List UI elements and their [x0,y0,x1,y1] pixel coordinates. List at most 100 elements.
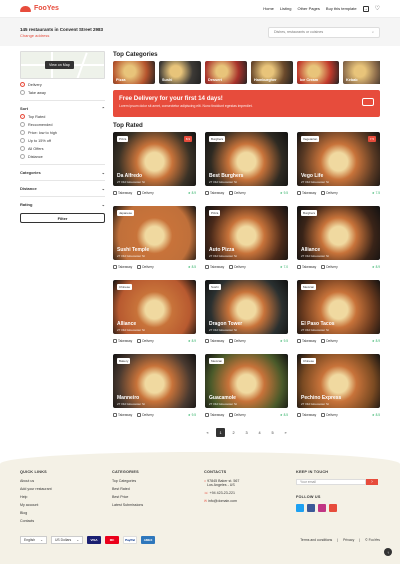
category-card[interactable]: Dessert [205,61,247,84]
footer-link[interactable]: Top Categories [112,479,204,483]
restaurant-count: 145 restaurants in Convent Street 2983 [20,26,104,32]
language-select[interactable]: English ⌄ [20,536,47,544]
terms-link[interactable]: Terms and conditions [300,538,332,542]
sort-option[interactable]: Top Rated [20,114,105,119]
twitter-icon[interactable] [296,504,304,512]
restaurant-card[interactable]: Pizza 8.9 Da Alfredo 27 Old Gloucester S… [113,132,196,199]
restaurant-card[interactable]: Vegetarian 7.5 Vego Life 27 Old Gloucest… [297,132,380,199]
instagram-icon[interactable] [318,504,326,512]
chevron-down-icon: ⌄ [76,538,80,542]
map-thumbnail[interactable]: View on Map [20,51,105,79]
nav-listing[interactable]: Listing [280,6,292,11]
restaurant-address: 27 Old Gloucester St [301,402,329,406]
restaurant-image[interactable]: Mexican Guacamole 27 Old Gloucester St [205,354,288,408]
next-page-button[interactable]: » [281,428,290,437]
facebook-icon[interactable] [307,504,315,512]
youtube-icon[interactable] [329,504,337,512]
restaurant-image[interactable]: Mexican El Paso Tacos 27 Old Gloucester … [297,280,380,334]
restaurant-image[interactable]: Bakery Manneiro 27 Old Gloucester St [113,354,196,408]
page-button[interactable]: 4 [255,428,264,437]
privacy-link[interactable]: Privacy [343,538,354,542]
sort-option[interactable]: All Offers [20,146,105,151]
option-delivery[interactable]: Delivery [20,82,105,87]
newsletter-submit-button[interactable]: › [366,479,378,485]
restaurant-card[interactable]: Burghers Alliance 27 Old Gloucester St T… [297,206,380,273]
footer-link[interactable]: My account [20,503,112,507]
restaurant-card[interactable]: Pizza Auto Pizza 27 Old Gloucester St Ta… [205,206,288,273]
login-icon[interactable]: → [362,5,369,12]
restaurant-image[interactable]: Pizza Auto Pizza 27 Old Gloucester St [205,206,288,260]
filter-button[interactable]: Filter [20,213,105,223]
bag-icon [205,190,209,195]
restaurant-image[interactable]: Sushi Dragon Tower 27 Old Gloucester St [205,280,288,334]
email-line[interactable]: ✉ info@domain.com [204,499,296,503]
category-card[interactable]: Sushi [159,61,201,84]
nav-buy-template[interactable]: Buy this template [326,6,357,11]
prev-page-button[interactable]: « [203,428,212,437]
page-button[interactable]: 3 [242,428,251,437]
sort-header[interactable]: Sort ⌃ [20,106,105,111]
footer-link[interactable]: Blog [20,511,112,515]
footer-link[interactable]: Contacts [20,519,112,523]
category-card[interactable]: Pizza [113,61,155,84]
takeaway-badge: Takeaway [205,264,224,269]
restaurant-card[interactable]: Chinese Pechino Express 27 Old Glouceste… [297,354,380,421]
cuisine-tag: Vegetarian [301,136,320,142]
search-icon[interactable]: ⌕ [372,30,374,34]
sort-option[interactable]: Reccomended [20,122,105,127]
sort-option[interactable]: Price: low to high [20,130,105,135]
sort-option[interactable]: Distance [20,154,105,159]
restaurant-image[interactable]: Burghers Alliance 27 Old Gloucester St [297,206,380,260]
page-button[interactable]: 5 [268,428,277,437]
option-takeaway[interactable]: Take away [20,90,105,95]
nav-home[interactable]: Home [263,6,274,11]
restaurant-name: Manneiro [117,395,140,401]
page-button[interactable]: 1 [216,428,225,437]
footer-link[interactable]: Best Rated [112,487,204,491]
footer-link[interactable]: Latest Submissions [112,503,204,507]
restaurant-card[interactable]: Bakery Manneiro 27 Old Gloucester St Tak… [113,354,196,421]
main-nav: Home Listing Other Pages Buy this templa… [263,5,380,12]
search-input[interactable]: Dishes, restaurants or cuisines ⌕ [268,26,380,38]
restaurant-image[interactable]: Chinese Alliance 27 Old Gloucester St [113,280,196,334]
restaurant-image[interactable]: Pizza 8.9 Da Alfredo 27 Old Gloucester S… [113,132,196,186]
restaurant-image[interactable]: Japanese Sushi Temple 27 Old Gloucester … [113,206,196,260]
filter-distance[interactable]: Distance ⌄ [20,186,105,191]
footer-link[interactable]: Add your restaurant [20,487,112,491]
category-card[interactable]: Kebab [343,61,380,84]
logo[interactable]: FooYes [20,5,59,12]
restaurant-card[interactable]: Burghers Best Burghers 27 Old Gloucester… [205,132,288,199]
footer-link[interactable]: Best Price [112,495,204,499]
sort-option[interactable]: Up to 15% off [20,138,105,143]
currency-select[interactable]: US Dollars ⌄ [50,536,84,544]
restaurant-card[interactable]: Japanese Sushi Temple 27 Old Gloucester … [113,206,196,273]
footer-link[interactable]: Help [20,495,112,499]
restaurant-card[interactable]: Mexican Guacamole 27 Old Gloucester St T… [205,354,288,421]
restaurant-card[interactable]: Mexican El Paso Tacos 27 Old Gloucester … [297,280,380,347]
restaurant-image[interactable]: Burghers Best Burghers 27 Old Gloucester… [205,132,288,186]
restaurant-card[interactable]: Chinese Alliance 27 Old Gloucester St Ta… [113,280,196,347]
rating: ★ 9.5 [187,412,196,417]
newsletter-email-input[interactable]: Your email [296,479,366,485]
restaurant-grid: Pizza 8.9 Da Alfredo 27 Old Gloucester S… [113,132,380,421]
promo-banner[interactable]: Free Delivery for your first 14 days! Lo… [113,90,380,117]
bag-icon [205,412,209,417]
change-address-link[interactable]: Change address [20,33,103,38]
restaurant-image[interactable]: Vegetarian 7.5 Vego Life 27 Old Gloucest… [297,132,380,186]
filter-categories[interactable]: Categories ⌄ [20,170,105,175]
wishlist-icon[interactable]: ♡ [375,5,380,12]
page-button[interactable]: 2 [229,428,238,437]
category-card[interactable]: Ice Cream [297,61,339,84]
delivery-badge: Delivery [137,264,154,269]
restaurant-address: 27 Old Gloucester St [117,402,145,406]
view-on-map-button[interactable]: View on Map [45,61,74,69]
rating: ★ 8.9 [187,190,196,195]
filter-rating[interactable]: Rating ⌄ [20,202,105,207]
nav-other-pages[interactable]: Other Pages [297,6,319,11]
takeaway-badge: Takeaway [205,190,224,195]
restaurant-card[interactable]: Sushi Dragon Tower 27 Old Gloucester St … [205,280,288,347]
footer-link[interactable]: About us [20,479,112,483]
category-card[interactable]: Hamburgher [251,61,293,84]
restaurant-image[interactable]: Chinese Pechino Express 27 Old Glouceste… [297,354,380,408]
back-to-top-button[interactable]: ↑ [384,548,392,556]
